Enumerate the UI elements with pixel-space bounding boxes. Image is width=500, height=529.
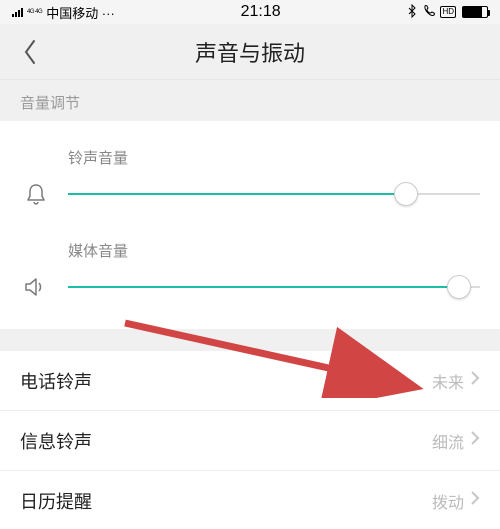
bell-icon — [20, 182, 52, 206]
ringtone-volume-label: 铃声音量 — [20, 147, 480, 168]
battery-icon — [462, 6, 488, 18]
network-type: 4G 4G — [27, 9, 42, 15]
back-button[interactable] — [8, 24, 52, 79]
media-volume-label: 媒体音量 — [20, 240, 480, 261]
ringtone-list: 电话铃声 未来 信息铃声 细流 日历提醒 拨动 — [0, 351, 500, 529]
chevron-right-icon — [470, 430, 480, 451]
row-calendar-reminder[interactable]: 日历提醒 拨动 — [0, 471, 500, 529]
ringtone-volume-slider[interactable] — [68, 182, 480, 206]
row-phone-ringtone[interactable]: 电话铃声 未来 — [0, 351, 500, 411]
bluetooth-icon — [406, 4, 418, 21]
section-volume-label: 音量调节 — [0, 80, 500, 121]
page-title: 声音与振动 — [195, 36, 305, 68]
hd-badge: HD — [440, 6, 456, 18]
row-value: 未来 — [432, 369, 464, 393]
chevron-right-icon — [470, 370, 480, 391]
media-volume-group: 媒体音量 — [20, 206, 480, 299]
ringtone-volume-group: 铃声音量 — [20, 131, 480, 206]
speaker-icon — [20, 276, 52, 298]
row-label: 电话铃声 — [20, 368, 432, 394]
section-gap — [0, 329, 500, 351]
nav-header: 声音与振动 — [0, 24, 500, 80]
row-label: 日历提醒 — [20, 488, 432, 514]
media-volume-slider[interactable] — [68, 275, 480, 299]
phone-icon — [422, 4, 436, 21]
status-bar: 4G 4G 中国移动 ··· 21:18 HD — [0, 0, 500, 24]
row-value: 细流 — [432, 429, 464, 453]
signal-icon — [12, 8, 23, 17]
row-message-ringtone[interactable]: 信息铃声 细流 — [0, 411, 500, 471]
row-label: 信息铃声 — [20, 428, 432, 454]
clock: 21:18 — [115, 3, 407, 21]
carrier-label: 中国移动 ··· — [46, 3, 115, 22]
chevron-right-icon — [470, 490, 480, 511]
volume-card: 铃声音量 媒体音量 — [0, 121, 500, 329]
row-value: 拨动 — [432, 489, 464, 513]
